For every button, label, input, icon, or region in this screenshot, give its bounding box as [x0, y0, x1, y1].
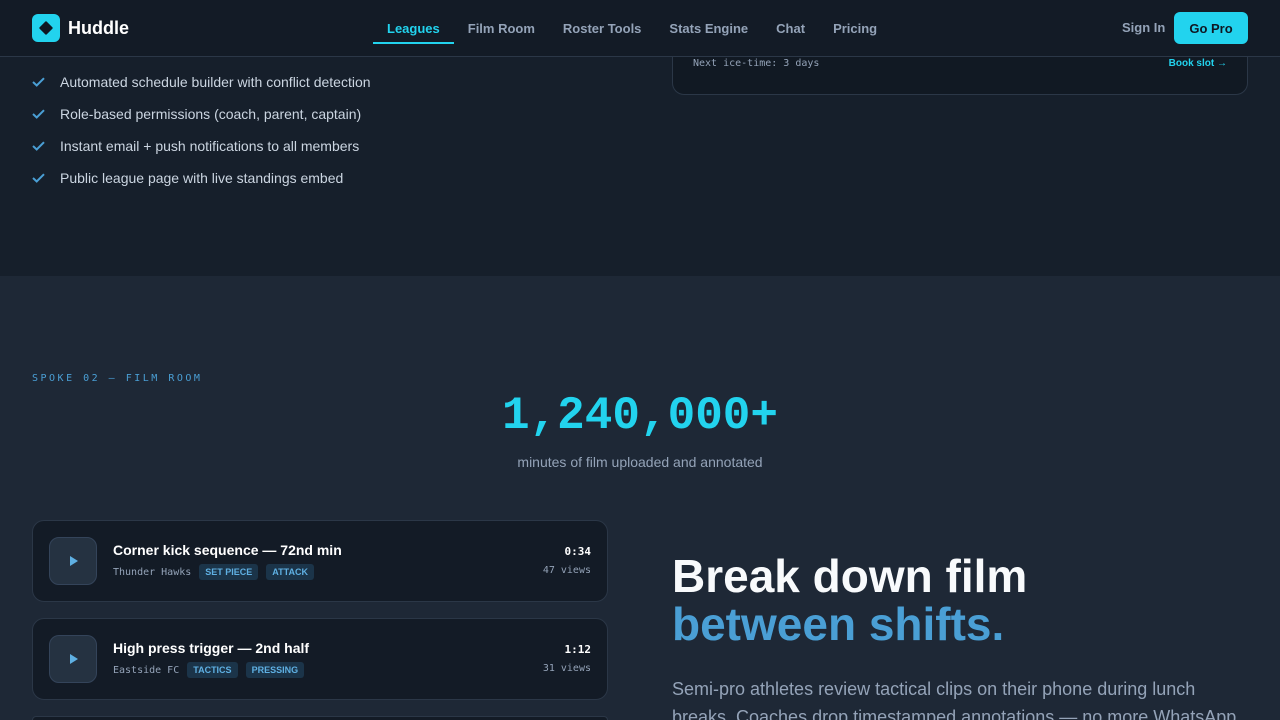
- leagues-section: Automated schedule builder with conflict…: [0, 47, 1280, 276]
- feature-item: Public league page with live standings e…: [32, 162, 371, 194]
- nav-item-roster-tools[interactable]: Roster Tools: [549, 0, 656, 56]
- feature-text: Public league page with live standings e…: [60, 170, 344, 186]
- play-icon: [70, 556, 78, 566]
- feature-text: Automated schedule builder with conflict…: [60, 74, 371, 90]
- clip-title: Corner kick sequence — 72nd min: [113, 542, 342, 558]
- book-slot-link[interactable]: Book slot →: [1169, 58, 1227, 69]
- stat-value: 1,240,000+: [501, 390, 779, 442]
- clip-tag: SET PIECE: [199, 564, 259, 580]
- feature-text: Instant email + push notifications to al…: [60, 138, 360, 154]
- feature-text: Role-based permissions (coach, parent, c…: [60, 106, 362, 122]
- checkmark-icon: [32, 141, 48, 151]
- headline-line-2: between shifts.: [672, 598, 1005, 650]
- clip-team: Thunder Hawks: [113, 566, 192, 578]
- clip-views: 31 views: [542, 663, 591, 674]
- nav-item-stats-engine[interactable]: Stats Engine: [655, 0, 762, 56]
- clip-meta: Thunder Hawks SET PIECE ATTACK: [113, 564, 314, 580]
- nav-item-chat[interactable]: Chat: [762, 0, 819, 56]
- clip-views: 47 views: [542, 565, 591, 576]
- nav-item-pricing[interactable]: Pricing: [819, 0, 891, 56]
- clip-card[interactable]: [32, 716, 608, 720]
- feature-item: Automated schedule builder with conflict…: [32, 66, 371, 98]
- play-button[interactable]: [49, 635, 97, 683]
- huddle-logo-icon: [32, 14, 60, 42]
- top-navigation-bar: Huddle Leagues Film Room Roster Tools St…: [0, 0, 1280, 57]
- main-nav: Leagues Film Room Roster Tools Stats Eng…: [373, 0, 891, 56]
- clip-duration: 0:34: [564, 545, 592, 558]
- checkmark-icon: [32, 109, 48, 119]
- section-description: Semi-pro athletes review tactical clips …: [672, 679, 1237, 720]
- sign-in-link[interactable]: Sign In: [1122, 20, 1165, 35]
- headline-line-1: Break down film: [672, 550, 1028, 602]
- brand-logo[interactable]: Huddle: [32, 14, 129, 42]
- clip-duration: 1:12: [564, 643, 592, 656]
- checkmark-icon: [32, 173, 48, 183]
- next-ice-time: Next ice-time: 3 days: [693, 58, 820, 69]
- section-headline: Break down film between shifts.: [672, 552, 1027, 648]
- clip-meta: Eastside FC TACTICS PRESSING: [113, 662, 305, 678]
- clip-card[interactable]: Corner kick sequence — 72nd min Thunder …: [32, 520, 608, 602]
- clip-tag: PRESSING: [245, 662, 305, 678]
- clip-tag: TACTICS: [187, 662, 238, 678]
- checkmark-icon: [32, 77, 48, 87]
- section-eyebrow: SPOKE 02 — FILM ROOM: [32, 373, 203, 384]
- play-button[interactable]: [49, 537, 97, 585]
- clip-title: High press trigger — 2nd half: [113, 640, 310, 656]
- nav-item-film-room[interactable]: Film Room: [454, 0, 549, 56]
- stat-caption: minutes of film uploaded and annotated: [517, 454, 763, 470]
- clip-card[interactable]: High press trigger — 2nd half Eastside F…: [32, 618, 608, 700]
- feature-item: Instant email + push notifications to al…: [32, 130, 371, 162]
- feature-list: Automated schedule builder with conflict…: [32, 66, 371, 194]
- nav-item-leagues[interactable]: Leagues: [373, 0, 454, 56]
- go-pro-button[interactable]: Go Pro: [1174, 12, 1248, 44]
- play-icon: [70, 654, 78, 664]
- clip-team: Eastside FC: [113, 664, 180, 676]
- feature-item: Role-based permissions (coach, parent, c…: [32, 98, 371, 130]
- clip-tag: ATTACK: [266, 564, 314, 580]
- brand-name: Huddle: [68, 17, 129, 38]
